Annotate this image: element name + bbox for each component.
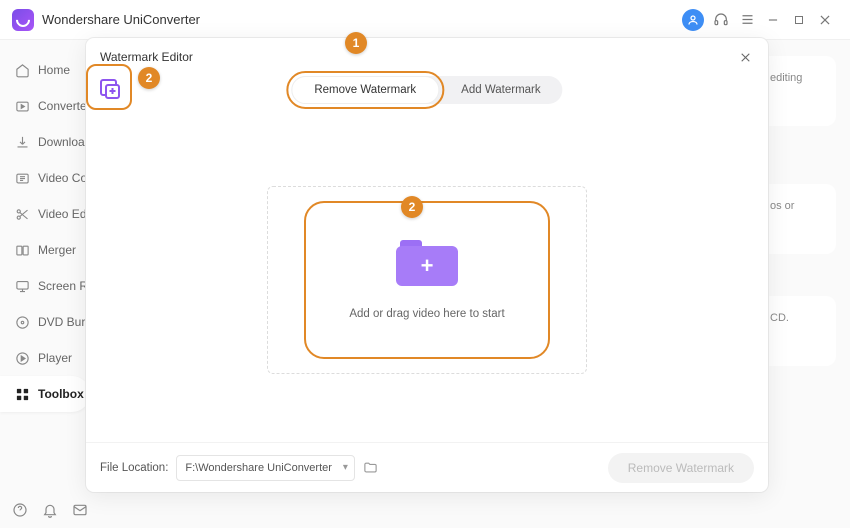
grid-icon — [14, 386, 30, 402]
bg-card: editing — [756, 56, 836, 126]
callout-badge-1: 1 — [345, 32, 367, 54]
headset-icon[interactable] — [708, 7, 734, 33]
sidebar-item-label: DVD Burner — [38, 315, 90, 329]
scissors-icon — [14, 206, 30, 222]
app-title: Wondershare UniConverter — [42, 12, 200, 27]
sidebar-item-label: Player — [38, 351, 72, 365]
bell-icon[interactable] — [38, 498, 62, 522]
sidebar-item-label: Downloader — [38, 135, 90, 149]
remove-watermark-button[interactable]: Remove Watermark — [608, 453, 754, 483]
tab-label: Add Watermark — [461, 84, 540, 96]
sidebar-item-label: Screen Recorder — [38, 279, 90, 293]
open-folder-icon[interactable] — [363, 460, 379, 476]
play-icon — [14, 350, 30, 366]
home-icon — [14, 62, 30, 78]
close-window-button[interactable] — [812, 7, 838, 33]
dropzone[interactable]: + Add or drag video here to start — [267, 186, 587, 374]
modal-title: Watermark Editor — [100, 50, 193, 64]
add-file-button[interactable] — [90, 68, 130, 108]
watermark-tabs: Remove Watermark Add Watermark — [291, 76, 562, 104]
minimize-button[interactable] — [760, 7, 786, 33]
merger-icon — [14, 242, 30, 258]
sidebar-item-downloader[interactable]: Downloader — [0, 124, 90, 160]
dropzone-text: Add or drag video here to start — [349, 308, 504, 320]
download-icon — [14, 134, 30, 150]
disc-icon — [14, 314, 30, 330]
bg-card: os or — [756, 184, 836, 254]
sidebar-item-label: Converter — [38, 99, 90, 113]
bg-card: CD. — [756, 296, 836, 366]
button-label: Remove Watermark — [628, 461, 734, 475]
tab-remove-watermark[interactable]: Remove Watermark — [291, 76, 439, 104]
recorder-icon — [14, 278, 30, 294]
sidebar-item-merger[interactable]: Merger — [0, 232, 90, 268]
user-avatar-icon[interactable] — [682, 9, 704, 31]
maximize-button[interactable] — [786, 7, 812, 33]
sidebar-item-converter[interactable]: Converter — [0, 88, 90, 124]
callout-badge-2b: 2 — [401, 196, 423, 218]
tab-label: Remove Watermark — [314, 84, 416, 96]
sidebar-item-label: Home — [38, 63, 70, 77]
sidebar-item-editor[interactable]: Video Editor — [0, 196, 90, 232]
mail-icon[interactable] — [68, 498, 92, 522]
sidebar-item-label: Merger — [38, 243, 76, 257]
close-icon[interactable] — [736, 48, 754, 66]
sidebar-item-label: Video Compressor — [38, 171, 90, 185]
sidebar-item-dvd[interactable]: DVD Burner — [0, 304, 90, 340]
folder-plus-icon: + — [396, 240, 458, 286]
sidebar-item-label: Toolbox — [38, 387, 84, 401]
file-location-value: F:\Wondershare UniConverter — [185, 462, 332, 474]
sidebar-item-toolbox[interactable]: Toolbox — [0, 376, 90, 412]
callout-badge-2a: 2 — [138, 67, 160, 89]
app-logo — [12, 9, 34, 31]
compress-icon — [14, 170, 30, 186]
sidebar-item-compressor[interactable]: Video Compressor — [0, 160, 90, 196]
file-location-select[interactable]: F:\Wondershare UniConverter — [176, 455, 355, 481]
sidebar-item-recorder[interactable]: Screen Recorder — [0, 268, 90, 304]
help-icon[interactable] — [8, 498, 32, 522]
file-location-label: File Location: — [100, 462, 168, 474]
sidebar-item-home[interactable]: Home — [0, 52, 90, 88]
sidebar-item-player[interactable]: Player — [0, 340, 90, 376]
sidebar-item-label: Video Editor — [38, 207, 90, 221]
converter-icon — [14, 98, 30, 114]
menu-icon[interactable] — [734, 7, 760, 33]
watermark-editor-modal: Watermark Editor Remove Watermark Add Wa… — [86, 38, 768, 492]
tab-add-watermark[interactable]: Add Watermark — [439, 76, 562, 104]
